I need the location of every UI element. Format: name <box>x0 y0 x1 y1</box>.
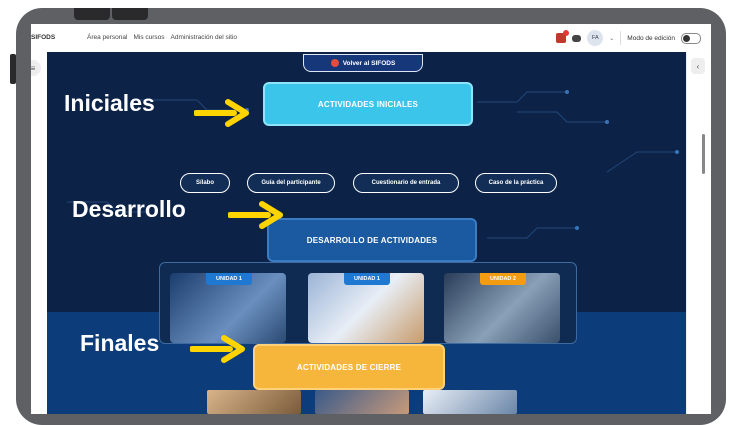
nav-item-area-personal[interactable]: Área personal <box>87 34 127 41</box>
actividades-cierre-button[interactable]: ACTIVIDADES DE CIERRE <box>253 344 445 390</box>
arrow-right-icon <box>190 335 245 363</box>
actividades-iniciales-button[interactable]: ACTIVIDADES INICIALES <box>263 82 473 126</box>
closing-thumbnail[interactable] <box>315 390 409 414</box>
user-menu-area: FA ⌄ Modo de edición <box>556 30 701 46</box>
nav-item-mis-cursos[interactable]: Mis cursos <box>133 34 164 41</box>
closing-thumbnails <box>207 390 527 414</box>
divider <box>620 31 622 45</box>
cuestionario-entrada-button[interactable]: Cuestionario de entrada <box>353 173 459 193</box>
tablet-top-button <box>112 8 148 20</box>
guia-participante-button[interactable]: Guía del participante <box>247 173 335 193</box>
edit-mode-label: Modo de edición <box>627 34 675 42</box>
closing-thumbnail[interactable] <box>423 390 517 414</box>
desarrollo-actividades-button[interactable]: DESARROLLO DE ACTIVIDADES <box>267 218 477 262</box>
annotation-iniciales: Iniciales <box>64 90 155 116</box>
unit-card[interactable]: UNIDAD 1 <box>308 273 424 343</box>
chevron-down-icon[interactable]: ⌄ <box>609 35 614 42</box>
notification-badge <box>563 30 570 36</box>
unit-card[interactable]: UNIDAD 1 <box>170 273 286 343</box>
site-brand[interactable]: SIFODS <box>31 34 55 41</box>
back-to-sifods-button[interactable]: Volver al SIFODS <box>303 54 423 72</box>
chevron-left-icon[interactable]: ‹ <box>691 58 705 74</box>
scrollbar[interactable] <box>702 134 705 174</box>
annotation-desarrollo: Desarrollo <box>72 196 186 222</box>
unit-card[interactable]: UNIDAD 2 <box>444 273 560 343</box>
notifications-icon[interactable] <box>556 30 570 43</box>
sifods-logo-icon <box>330 59 339 67</box>
edit-mode-toggle[interactable] <box>681 32 701 44</box>
left-drawer: ≡ <box>31 52 47 414</box>
closing-thumbnail[interactable] <box>207 390 301 414</box>
tablet-top-button <box>74 8 110 20</box>
avatar[interactable]: FA <box>587 30 604 46</box>
caso-practica-button[interactable]: Caso de la práctica <box>475 173 557 193</box>
annotation-finales: Finales <box>80 330 160 356</box>
arrow-right-icon <box>228 201 283 229</box>
units-panel: UNIDAD 1 UNIDAD 1 UNIDAD 2 <box>159 262 577 344</box>
messages-icon[interactable] <box>572 34 582 42</box>
silabo-button[interactable]: Sílabo <box>180 173 230 193</box>
nav-item-administracion[interactable]: Administración del sitio <box>171 34 237 41</box>
arrow-right-icon <box>194 99 249 127</box>
unit-tag: UNIDAD 2 <box>480 273 526 285</box>
back-button-label: Volver al SIFODS <box>342 59 396 67</box>
unit-tag: UNIDAD 1 <box>206 273 252 285</box>
tablet-side-button <box>10 54 16 84</box>
primary-nav: Área personal Mis cursos Administración … <box>87 34 237 41</box>
right-drawer: ‹ <box>686 52 711 414</box>
unit-tag: UNIDAD 1 <box>344 273 390 285</box>
top-navbar: SIFODS Área personal Mis cursos Administ… <box>31 24 711 53</box>
drawer-toggle-icon[interactable]: ≡ <box>31 60 41 76</box>
